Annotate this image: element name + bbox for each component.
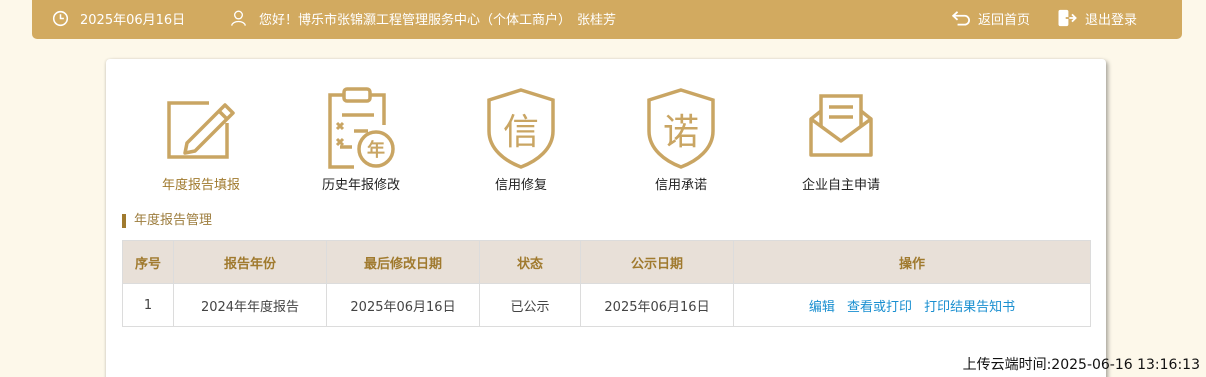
svg-text:信: 信 xyxy=(503,112,539,153)
nav-label: 企业自主申请 xyxy=(801,178,880,193)
edit-link[interactable]: 编辑 xyxy=(809,300,835,315)
user-name: 张桂芳 xyxy=(577,12,617,28)
annual-report-edit-icon xyxy=(165,97,237,171)
section-title: 年度报告管理 xyxy=(122,213,212,229)
cell-status: 已公示 xyxy=(479,283,581,327)
print-result-notice-link[interactable]: 打印结果告知书 xyxy=(924,300,1015,315)
column-header: 序号 xyxy=(122,240,174,284)
main-card: 年度报告填报 年 历史年报修改 信 信用修复 诺 信用承诺 企业自主申请 年度报… xyxy=(106,59,1106,377)
view-print-link[interactable]: 查看或打印 xyxy=(847,300,912,315)
cell-publish-date: 2025年06月16日 xyxy=(580,283,734,327)
logout-icon xyxy=(1057,9,1078,27)
nav-history-report-edit[interactable]: 年 历史年报修改 xyxy=(281,87,441,197)
user-area: 您好！博乐市张锦灏工程管理服务中心（个体工商户） 张桂芳 xyxy=(230,0,616,36)
return-icon xyxy=(952,10,972,26)
date-area: 2025年06月16日 xyxy=(52,0,185,36)
greeting-text: 您好！博乐市张锦灏工程管理服务中心（个体工商户） xyxy=(259,12,572,28)
nav-credit-promise[interactable]: 诺 信用承诺 xyxy=(601,87,761,197)
table-header-row: 序号 报告年份 最后修改日期 状态 公示日期 操作 xyxy=(122,240,1091,284)
column-header: 最后修改日期 xyxy=(326,240,480,284)
cell-last-modified: 2025年06月16日 xyxy=(326,283,480,327)
column-header: 操作 xyxy=(733,240,1091,284)
cell-report-year: 2024年年度报告 xyxy=(173,283,327,327)
annual-report-table: 序号 报告年份 最后修改日期 状态 公示日期 操作 1 2024年年度报告 20… xyxy=(122,240,1091,327)
logout-label: 退出登录 xyxy=(1085,12,1138,28)
back-home-label: 返回首页 xyxy=(978,12,1031,28)
credit-promise-icon: 诺 xyxy=(645,87,717,171)
envelope-apply-icon xyxy=(807,93,875,171)
credit-repair-icon: 信 xyxy=(485,87,557,171)
nav-label: 历史年报修改 xyxy=(321,178,400,193)
user-icon xyxy=(230,9,247,27)
history-report-icon: 年 xyxy=(324,87,398,171)
top-bar: 2025年06月16日 您好！博乐市张锦灏工程管理服务中心（个体工商户） 张桂芳… xyxy=(32,0,1182,39)
nav-label: 年度报告填报 xyxy=(161,178,240,193)
column-header: 报告年份 xyxy=(173,240,327,284)
table-row: 1 2024年年度报告 2025年06月16日 已公示 2025年06月16日 … xyxy=(122,283,1091,327)
logout-button[interactable]: 退出登录 xyxy=(1057,0,1137,36)
column-header: 状态 xyxy=(479,240,581,284)
back-home-button[interactable]: 返回首页 xyxy=(952,0,1030,36)
nav-label: 信用修复 xyxy=(494,178,547,193)
cell-index: 1 xyxy=(122,283,174,327)
current-date: 2025年06月16日 xyxy=(80,12,186,28)
svg-text:年: 年 xyxy=(367,139,385,161)
nav-label: 信用承诺 xyxy=(654,178,707,193)
nav-enterprise-apply[interactable]: 企业自主申请 xyxy=(761,87,921,197)
clock-icon xyxy=(52,10,69,27)
nav-credit-repair[interactable]: 信 信用修复 xyxy=(441,87,601,197)
nav-annual-report-fill[interactable]: 年度报告填报 xyxy=(121,87,281,197)
column-header: 公示日期 xyxy=(580,240,734,284)
svg-text:诺: 诺 xyxy=(663,112,699,153)
cell-actions: 编辑 查看或打印 打印结果告知书 xyxy=(733,283,1091,327)
upload-time: 上传云端时间:2025-06-16 13:16:13 xyxy=(962,357,1200,373)
